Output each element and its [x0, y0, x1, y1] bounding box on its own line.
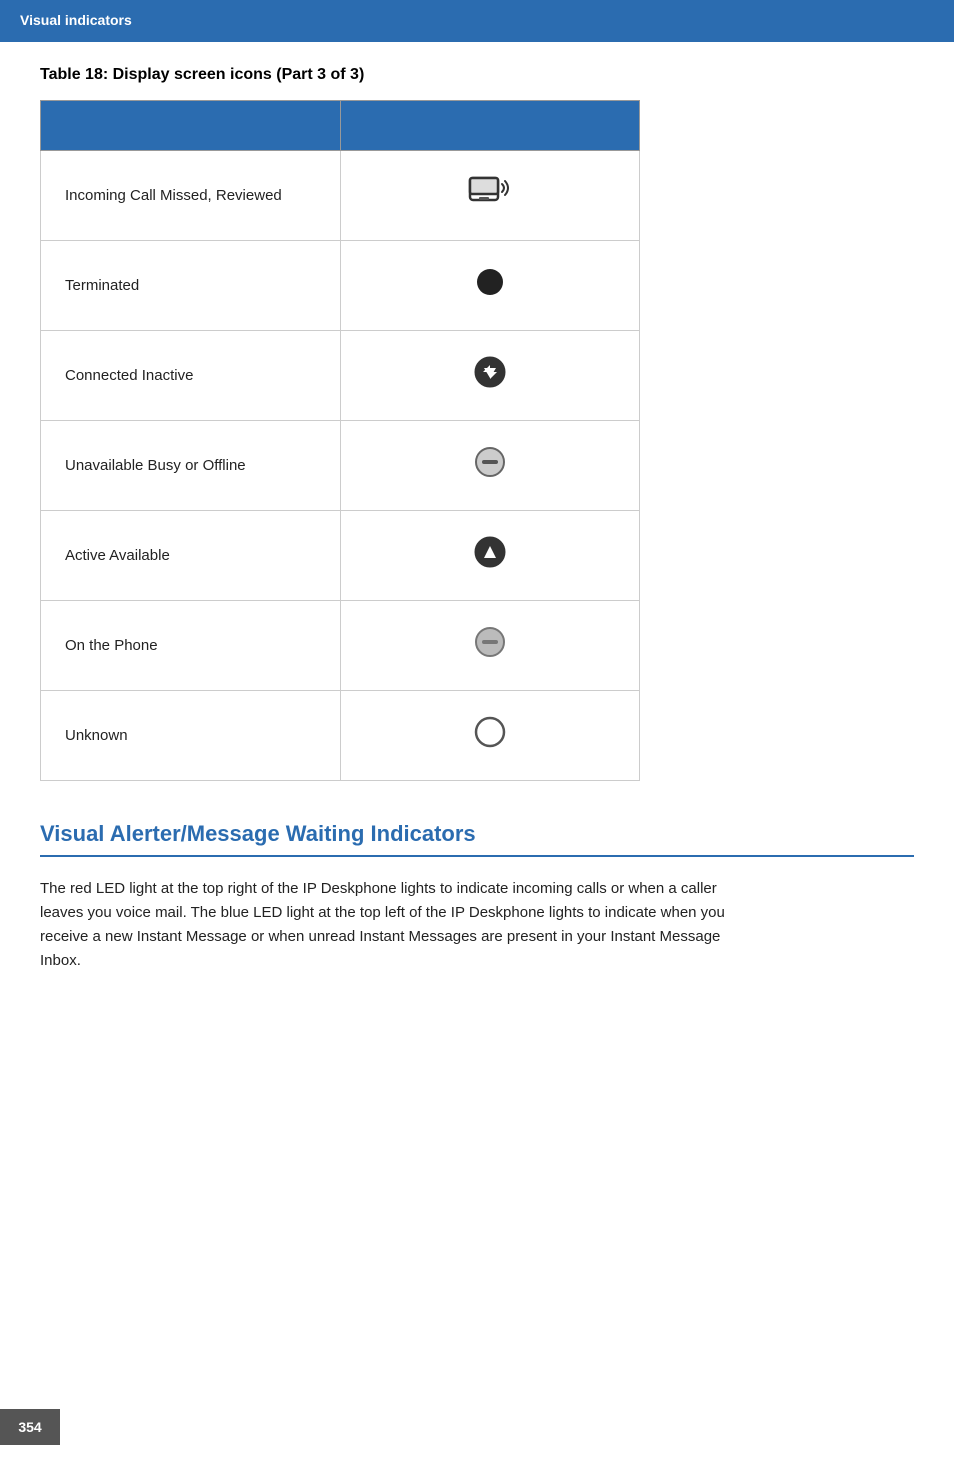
table-row: Connected Inactive [41, 331, 640, 421]
unknown-icon [473, 715, 507, 749]
header-label: Visual indicators [20, 12, 132, 28]
row-icon [340, 151, 640, 241]
connected-inactive-icon [473, 355, 507, 389]
display-icons-table: Incoming Call Missed, Reviewed [40, 100, 640, 781]
table-row: Unavailable Busy or Offline [41, 421, 640, 511]
row-icon [340, 421, 640, 511]
page-number: 354 [0, 1409, 60, 1445]
page-content: Table 18: Display screen icons (Part 3 o… [0, 42, 954, 997]
table-title: Table 18: Display screen icons (Part 3 o… [40, 66, 914, 84]
row-icon [340, 331, 640, 421]
col-header-description [41, 101, 341, 151]
on-phone-icon [473, 625, 507, 659]
unavailable-icon [473, 445, 507, 479]
row-label: Active Available [41, 511, 341, 601]
header-bar: Visual indicators [0, 0, 954, 42]
row-icon [340, 511, 640, 601]
row-icon [340, 241, 640, 331]
row-label: Unknown [41, 691, 341, 781]
row-label: Connected Inactive [41, 331, 341, 421]
table-row: Active Available [41, 511, 640, 601]
section-heading: Visual Alerter/Message Waiting Indicator… [40, 821, 914, 857]
table-row: Incoming Call Missed, Reviewed [41, 151, 640, 241]
row-icon [340, 691, 640, 781]
phone-ring-icon [466, 174, 514, 210]
row-label: On the Phone [41, 601, 341, 691]
table-row: Terminated [41, 241, 640, 331]
row-label: Terminated [41, 241, 341, 331]
row-icon [340, 601, 640, 691]
section-body: The red LED light at the top right of th… [40, 877, 740, 973]
active-available-icon [473, 535, 507, 569]
col-header-icon [340, 101, 640, 151]
row-label: Unavailable Busy or Offline [41, 421, 341, 511]
table-row: On the Phone [41, 601, 640, 691]
table-row: Unknown [41, 691, 640, 781]
terminated-icon [477, 269, 503, 295]
row-label: Incoming Call Missed, Reviewed [41, 151, 341, 241]
